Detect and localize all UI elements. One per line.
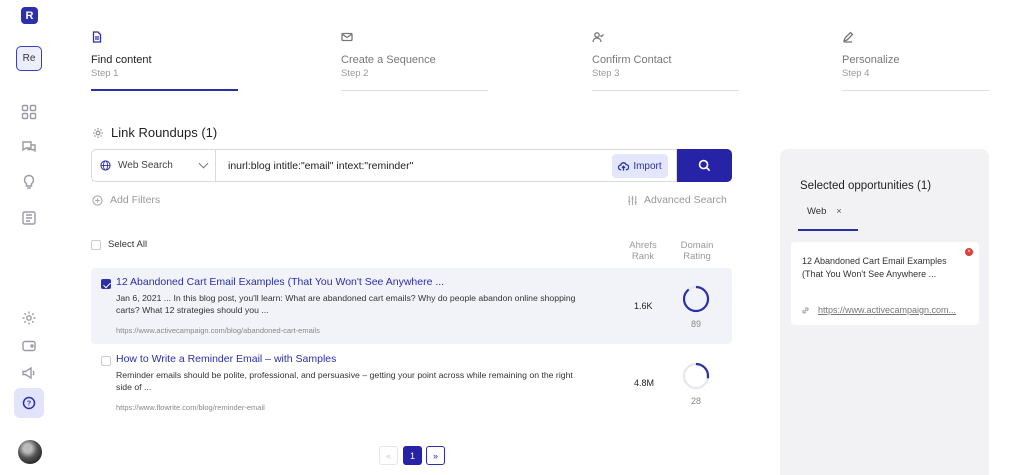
inbox-icon[interactable] (20, 209, 38, 227)
step-personalize[interactable]: Personalize Step 4 (842, 30, 990, 91)
section-header: Link Roundups (1) (92, 125, 217, 140)
step-confirm-contact[interactable]: Confirm Contact Step 3 (592, 30, 740, 91)
col-header-line: Domain (680, 240, 714, 251)
row-checkbox[interactable] (101, 279, 111, 289)
pagination-page[interactable]: 1 (403, 446, 422, 465)
chevron-down-icon (198, 158, 209, 169)
step-progress-bar (91, 89, 238, 91)
col-header-domain-rating[interactable]: Domain Rating (675, 240, 719, 262)
pencil-icon (842, 30, 856, 44)
search-bar: Web Search inurl:blog intitle:"email" in… (91, 149, 677, 182)
add-filters-label: Add Filters (110, 194, 161, 206)
step-sub: Step 3 (592, 68, 620, 79)
app-logo[interactable]: R (21, 7, 38, 24)
col-header-line: Rating (683, 251, 711, 262)
tab-label: Web (807, 206, 827, 217)
ahrefs-rank: 1.6K (634, 301, 653, 311)
search-button[interactable] (677, 149, 732, 182)
remove-opportunity-icon[interactable]: × (965, 248, 973, 256)
source-select-value: Web Search (118, 160, 173, 171)
plus-circle-icon (92, 194, 103, 206)
ahrefs-rank: 4.8M (634, 378, 655, 388)
step-sub: Step 1 (91, 68, 119, 79)
col-header-ahrefs-rank[interactable]: Ahrefs Rank (622, 240, 664, 262)
table-row[interactable]: 12 Abandoned Cart Email Examples (That Y… (91, 268, 732, 344)
select-all-checkbox[interactable] (91, 239, 101, 250)
lightbulb-icon[interactable] (20, 173, 38, 191)
step-sub: Step 4 (842, 68, 870, 79)
domain-rating-value: 89 (690, 319, 701, 329)
user-check-icon (592, 30, 606, 44)
question-icon: ? (22, 396, 36, 410)
megaphone-icon[interactable] (20, 364, 38, 382)
step-progress-bar (842, 90, 989, 91)
add-filters-button[interactable]: Add Filters (92, 194, 160, 206)
step-title: Confirm Contact (592, 54, 672, 66)
wallet-icon[interactable] (20, 337, 38, 355)
help-button[interactable]: ? (14, 388, 44, 418)
step-create-sequence[interactable]: Create a Sequence Step 2 (341, 30, 489, 91)
opportunity-url[interactable]: https://www.activecampaign.com... (802, 305, 956, 315)
select-all-label: Select All (108, 239, 148, 250)
gear-icon (93, 127, 103, 138)
panel-title: Selected opportunities (1) (800, 180, 932, 192)
chat-icon[interactable] (20, 138, 38, 156)
step-title: Find content (91, 54, 152, 66)
table-row[interactable]: How to Write a Reminder Email – with Sam… (91, 345, 732, 421)
section-title: Link Roundups (1) (111, 125, 218, 140)
result-url: https://www.activecampaign.com/blog/aban… (116, 326, 320, 335)
col-header-line: Rank (631, 251, 655, 262)
search-icon (698, 159, 711, 172)
source-select[interactable]: Web Search (92, 150, 216, 181)
step-title: Personalize (842, 54, 900, 66)
user-avatar[interactable] (18, 440, 42, 464)
import-button[interactable]: Import (612, 154, 668, 178)
advanced-search-button[interactable]: Advanced Search (627, 194, 727, 206)
document-icon (91, 30, 105, 44)
sidebar: R Re ? (0, 0, 57, 475)
gear-icon[interactable] (20, 309, 38, 327)
globe-icon (100, 160, 111, 171)
mail-icon (341, 30, 355, 44)
svg-text:?: ? (27, 401, 31, 408)
step-title: Create a Sequence (341, 54, 436, 66)
sliders-icon (628, 195, 637, 205)
import-label: Import (633, 160, 662, 172)
tab-web[interactable]: Web × (798, 206, 858, 231)
step-find-content[interactable]: Find content Step 1 (91, 30, 239, 91)
step-progress-bar (592, 90, 739, 91)
select-all[interactable]: Select All (91, 239, 147, 250)
result-title-link[interactable]: How to Write a Reminder Email – with Sam… (116, 353, 336, 365)
cloud-upload-icon (618, 161, 630, 171)
domain-rating-value: 28 (690, 396, 701, 406)
row-checkbox[interactable] (101, 356, 111, 366)
advanced-search-label: Advanced Search (644, 194, 727, 206)
step-progress-bar (341, 90, 488, 91)
link-icon (802, 306, 809, 314)
selected-opportunities-panel: Selected opportunities (1) Web × 12 Aban… (780, 149, 989, 475)
opportunity-card: 12 Abandoned Cart Email Examples (That Y… (791, 242, 979, 325)
tab-close-icon[interactable]: × (836, 206, 841, 216)
pagination-next[interactable]: » (426, 446, 445, 465)
search-input[interactable]: inurl:blog intitle:"email" intext:"remin… (216, 160, 676, 172)
result-snippet: Jan 6, 2021 ... In this blog post, you'l… (116, 293, 576, 315)
workspace-badge[interactable]: Re (16, 46, 42, 71)
result-snippet: Reminder emails should be polite, profes… (116, 370, 573, 392)
result-title-link[interactable]: 12 Abandoned Cart Email Examples (That Y… (116, 276, 444, 288)
grid-icon[interactable] (20, 103, 38, 121)
step-sub: Step 2 (341, 68, 369, 79)
col-header-line: Ahrefs (629, 240, 657, 251)
domain-rating-ring (682, 362, 710, 390)
result-url: https://www.flowrite.com/blog/reminder-e… (116, 403, 265, 412)
opportunity-url-text: https://www.activecampaign.com... (818, 305, 957, 315)
pagination-prev[interactable]: « (379, 446, 398, 465)
domain-rating-ring (682, 285, 710, 313)
opportunity-title: 12 Abandoned Cart Email Examples (That Y… (802, 256, 947, 279)
